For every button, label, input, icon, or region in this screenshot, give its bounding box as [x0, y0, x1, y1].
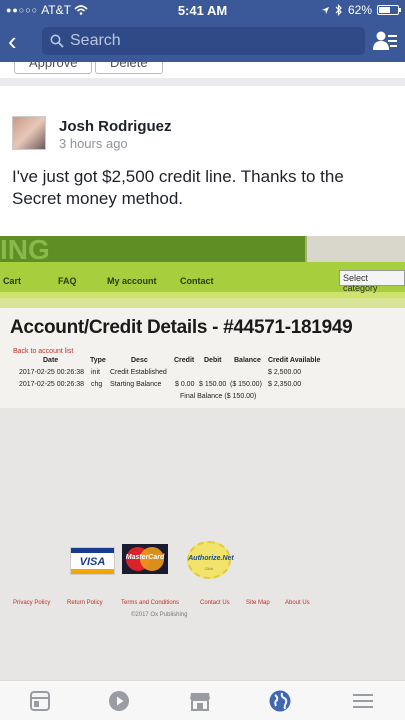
battery-icon [377, 5, 401, 15]
post-timestamp[interactable]: 3 hours ago [59, 136, 128, 151]
battery-fill [379, 7, 390, 13]
final-balance: Final Balance ($ 150.00) [180, 393, 257, 400]
tab-bar [0, 680, 405, 720]
footer-link-contact: Contact Us [200, 600, 230, 606]
bluetooth-icon [335, 4, 342, 16]
back-chevron-icon[interactable]: ‹ [8, 28, 36, 54]
authorize-net-seal: Authorize.Net Click [187, 541, 234, 579]
menu-item-account: My account [107, 276, 157, 286]
account-title: Account/Credit Details - #44571-181949 [10, 317, 353, 338]
col-credit-available: Credit Available [268, 357, 321, 364]
post-photo[interactable]: ING Cart FAQ My account Contact Select c… [0, 236, 405, 680]
payment-logos: VISA MasterCard Authorize.Net Click [70, 541, 250, 584]
status-bar: ●●○○○ AT&T 5:41 AM 62% [0, 0, 405, 20]
search-input[interactable]: Search [42, 27, 365, 55]
site-copyright: ©2017 Ox Publishing [131, 612, 188, 618]
cell-credit: $ 0.00 [175, 381, 195, 388]
cell-date: 2017-02-25 00:26:38 [19, 369, 84, 376]
screen: { "status_bar": { "carrier": "AT&T", "ti… [0, 0, 405, 720]
approve-button[interactable]: Approve [14, 62, 93, 74]
menu-item-faq: FAQ [58, 276, 77, 286]
back-to-account-link: Back to account list [13, 348, 74, 355]
cell-desc: Credit Established [110, 369, 167, 376]
visa-label: VISA [79, 556, 106, 568]
cell-type: chg [91, 381, 103, 388]
search-placeholder: Search [70, 32, 121, 49]
menu-item-contact: Contact [180, 276, 214, 286]
post-author[interactable]: Josh Rodriguez [59, 118, 172, 135]
marketplace-icon[interactable] [188, 689, 212, 713]
col-balance: Balance [234, 357, 261, 364]
footer-link-privacy: Privacy Policy [13, 600, 51, 606]
cell-balance: ($ 150.00) [230, 381, 262, 388]
header-inset [305, 236, 405, 262]
mastercard-label: MasterCard [125, 554, 165, 561]
notifications-globe-icon[interactable] [268, 689, 292, 713]
col-credit: Credit [174, 357, 195, 364]
post: Josh Rodriguez 3 hours ago I've just got… [0, 94, 405, 236]
post-text: I've just got $2,500 credit line. Thanks… [12, 167, 344, 208]
friend-requests-icon[interactable] [373, 30, 397, 52]
cell-date: 2017-02-25 00:26:38 [19, 381, 84, 388]
video-icon[interactable] [107, 689, 131, 713]
authorize-net-label: Authorize.Net [188, 555, 234, 562]
previous-friend-request: Approve Delete [0, 62, 405, 86]
menu-underline [0, 298, 405, 308]
col-type: Type [90, 357, 106, 364]
mastercard-logo: MasterCard [122, 544, 168, 574]
footer-link-sitemap: Site Map [246, 600, 270, 606]
site-menu: Cart FAQ My account Contact Select categ… [0, 262, 405, 298]
col-desc: Desc [131, 357, 148, 364]
cell-type: init [91, 369, 100, 376]
authorize-net-sub: Click [204, 566, 214, 571]
nav-bar: ‹ Search [0, 20, 405, 62]
footer-link-return: Return Policy [67, 600, 103, 606]
avatar[interactable] [12, 116, 46, 150]
news-feed-icon[interactable] [28, 689, 52, 713]
menu-icon[interactable] [351, 689, 375, 713]
menu-item-cart: Cart [3, 276, 22, 286]
category-select: Select category [339, 270, 405, 293]
footer-link-terms: Terms and Conditions [121, 600, 180, 606]
col-debit: Debit [204, 357, 222, 364]
battery-percent: 62% [347, 3, 372, 17]
col-date: Date [43, 357, 59, 364]
cell-desc: Starting Balance [110, 381, 162, 388]
search-icon [50, 34, 64, 48]
cell-credit-available: $ 2,350.00 [268, 381, 302, 388]
visa-logo: VISA [70, 547, 115, 575]
cell-credit-available: $ 2,500.00 [268, 369, 302, 376]
delete-button[interactable]: Delete [95, 62, 163, 74]
footer-link-about: About Us [285, 600, 310, 606]
top-bar: ●●○○○ AT&T 5:41 AM 62% ‹ Search [0, 0, 405, 62]
location-arrow-icon [321, 6, 330, 14]
cell-debit: $ 150.00 [199, 381, 227, 388]
